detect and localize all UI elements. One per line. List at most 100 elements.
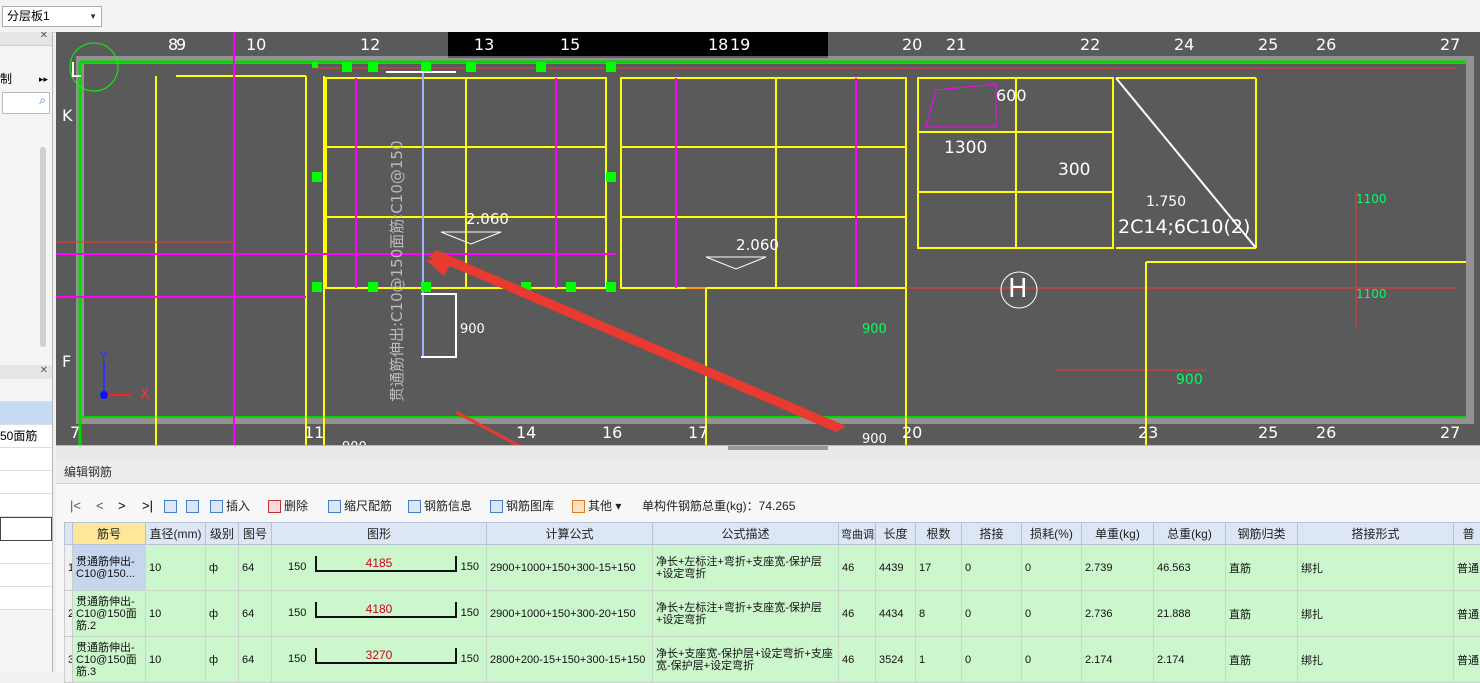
cell-extra[interactable]: 普通	[1454, 591, 1480, 637]
cell-extra[interactable]: 普通	[1454, 545, 1480, 591]
column-header[interactable]: 单重(kg)	[1082, 523, 1154, 545]
first-button[interactable]: |<	[70, 492, 81, 520]
other-button[interactable]: 其他 ▾	[572, 492, 621, 520]
rebar-library-button[interactable]: 钢筋图库	[490, 492, 554, 520]
cell-bend[interactable]: 46	[839, 637, 876, 683]
column-header[interactable]: 计算公式	[487, 523, 653, 545]
splitter-grip[interactable]	[728, 446, 828, 450]
cell-length[interactable]: 3524	[876, 637, 916, 683]
column-header[interactable]: 根数	[916, 523, 962, 545]
column-header[interactable]: 图号	[239, 523, 272, 545]
cell-lap[interactable]: 0	[962, 545, 1022, 591]
cell-name[interactable]: 贯通筋伸出-C10@150面筋.2	[73, 591, 146, 637]
cell-count[interactable]: 1	[916, 637, 962, 683]
list-item[interactable]	[0, 587, 52, 610]
search-input[interactable]: ⌕	[2, 92, 50, 114]
close-icon[interactable]: ✕	[40, 32, 48, 41]
cad-canvas[interactable]: 8 9 10 12 13 15 18 19 20 21 22 24 25 26 …	[56, 32, 1480, 445]
cell-dia[interactable]: 10	[146, 591, 206, 637]
table-row[interactable]: 2 贯通筋伸出-C10@150面筋.2 10 ф 64 1504180150 2…	[65, 591, 1480, 637]
cell-bend[interactable]: 46	[839, 545, 876, 591]
column-header[interactable]: 公式描述	[653, 523, 839, 545]
cell-lap[interactable]: 0	[962, 591, 1022, 637]
shape-length[interactable]: 3270	[275, 648, 483, 662]
cell-loss[interactable]: 0	[1022, 637, 1082, 683]
cell-formula[interactable]: 2800+200-15+150+300-15+150	[487, 637, 653, 683]
cell-bend[interactable]: 46	[839, 591, 876, 637]
cell-unit[interactable]: 2.739	[1082, 545, 1154, 591]
column-header[interactable]: 直径(mm)	[146, 523, 206, 545]
scrollbar[interactable]	[40, 147, 46, 347]
cell-length[interactable]: 4439	[876, 545, 916, 591]
list-item[interactable]	[0, 564, 52, 587]
table-row[interactable]: 3 贯通筋伸出-C10@150面筋.3 10 ф 64 1503270150 2…	[65, 637, 1480, 683]
cell-unit[interactable]: 2.174	[1082, 637, 1154, 683]
prev-button[interactable]: <	[96, 492, 104, 520]
column-header[interactable]: 级别	[206, 523, 239, 545]
rebar-label[interactable]: 2C14;6C10(2)	[1118, 216, 1250, 238]
panel-splitter[interactable]	[56, 445, 1480, 462]
cell-dia[interactable]: 10	[146, 545, 206, 591]
column-header[interactable]: 图形	[272, 523, 487, 545]
cell-unit[interactable]: 2.736	[1082, 591, 1154, 637]
column-header[interactable]: 长度	[876, 523, 916, 545]
cell-desc[interactable]: 净长+支座宽-保护层+设定弯折+支座宽-保护层+设定弯折	[653, 637, 839, 683]
column-header[interactable]: 筋号	[73, 523, 146, 545]
cell-shape[interactable]: 1504185150	[272, 545, 487, 591]
cell-dia[interactable]: 10	[146, 637, 206, 683]
cell-category[interactable]: 直筋	[1226, 591, 1298, 637]
cell-laptype[interactable]: 绑扎	[1298, 545, 1454, 591]
cell-fig[interactable]: 64	[239, 591, 272, 637]
cell-desc[interactable]: 净长+左标注+弯折+支座宽-保护层+设定弯折	[653, 591, 839, 637]
shape-length[interactable]: 4185	[275, 556, 483, 570]
cell-category[interactable]: 直筋	[1226, 637, 1298, 683]
cell-grade[interactable]: ф	[206, 591, 239, 637]
cell-count[interactable]: 17	[916, 545, 962, 591]
cell-grade[interactable]: ф	[206, 637, 239, 683]
move-up-button[interactable]	[164, 492, 180, 520]
column-header[interactable]: 损耗(%)	[1022, 523, 1082, 545]
list-item[interactable]	[0, 448, 52, 471]
shape-length[interactable]: 4180	[275, 602, 483, 616]
close-icon[interactable]: ✕	[40, 365, 48, 376]
cell-loss[interactable]: 0	[1022, 545, 1082, 591]
cell-total[interactable]: 21.888	[1154, 591, 1226, 637]
rebar-info-button[interactable]: 钢筋信息	[408, 492, 472, 520]
left-panel-row[interactable]: 制 ▸▸	[0, 68, 52, 90]
cell-total[interactable]: 2.174	[1154, 637, 1226, 683]
column-header[interactable]: 总重(kg)	[1154, 523, 1226, 545]
cell-grade[interactable]: ф	[206, 545, 239, 591]
cell-shape[interactable]: 1503270150	[272, 637, 487, 683]
list-item[interactable]	[0, 517, 52, 541]
cell-extra[interactable]: 普通	[1454, 637, 1480, 683]
cell-lap[interactable]: 0	[962, 637, 1022, 683]
cell-fig[interactable]: 64	[239, 545, 272, 591]
cell-formula[interactable]: 2900+1000+150+300-20+150	[487, 591, 653, 637]
cell-name[interactable]: 贯通筋伸出-C10@150面筋.3	[73, 637, 146, 683]
list-item[interactable]	[0, 494, 52, 517]
column-header[interactable]: 钢筋归类	[1226, 523, 1298, 545]
list-item[interactable]	[0, 471, 52, 494]
column-header[interactable]: 弯曲调整	[839, 523, 876, 545]
cell-length[interactable]: 4434	[876, 591, 916, 637]
list-item[interactable]	[0, 541, 52, 564]
cell-shape[interactable]: 1504180150	[272, 591, 487, 637]
cell-formula[interactable]: 2900+1000+150+300-15+150	[487, 545, 653, 591]
cell-name[interactable]: 贯通筋伸出-C10@150...	[73, 545, 146, 591]
last-button[interactable]: >|	[142, 492, 153, 520]
cell-laptype[interactable]: 绑扎	[1298, 637, 1454, 683]
column-header[interactable]: 普	[1454, 523, 1480, 545]
search-icon[interactable]: ⌕	[39, 93, 46, 108]
list-item[interactable]: 50面筋	[0, 425, 52, 448]
column-header[interactable]: 搭接	[962, 523, 1022, 545]
expand-icon[interactable]: ▸▸	[39, 68, 48, 90]
column-header[interactable]: 搭接形式	[1298, 523, 1454, 545]
cell-category[interactable]: 直筋	[1226, 545, 1298, 591]
cell-desc[interactable]: 净长+左标注+弯折+支座宽-保护层+设定弯折	[653, 545, 839, 591]
cell-count[interactable]: 8	[916, 591, 962, 637]
floor-select[interactable]: 分层板1 ▼	[2, 6, 102, 27]
next-button[interactable]: >	[118, 492, 126, 520]
move-down-button[interactable]	[186, 492, 202, 520]
scale-rebar-button[interactable]: 缩尺配筋	[328, 492, 392, 520]
cell-fig[interactable]: 64	[239, 637, 272, 683]
